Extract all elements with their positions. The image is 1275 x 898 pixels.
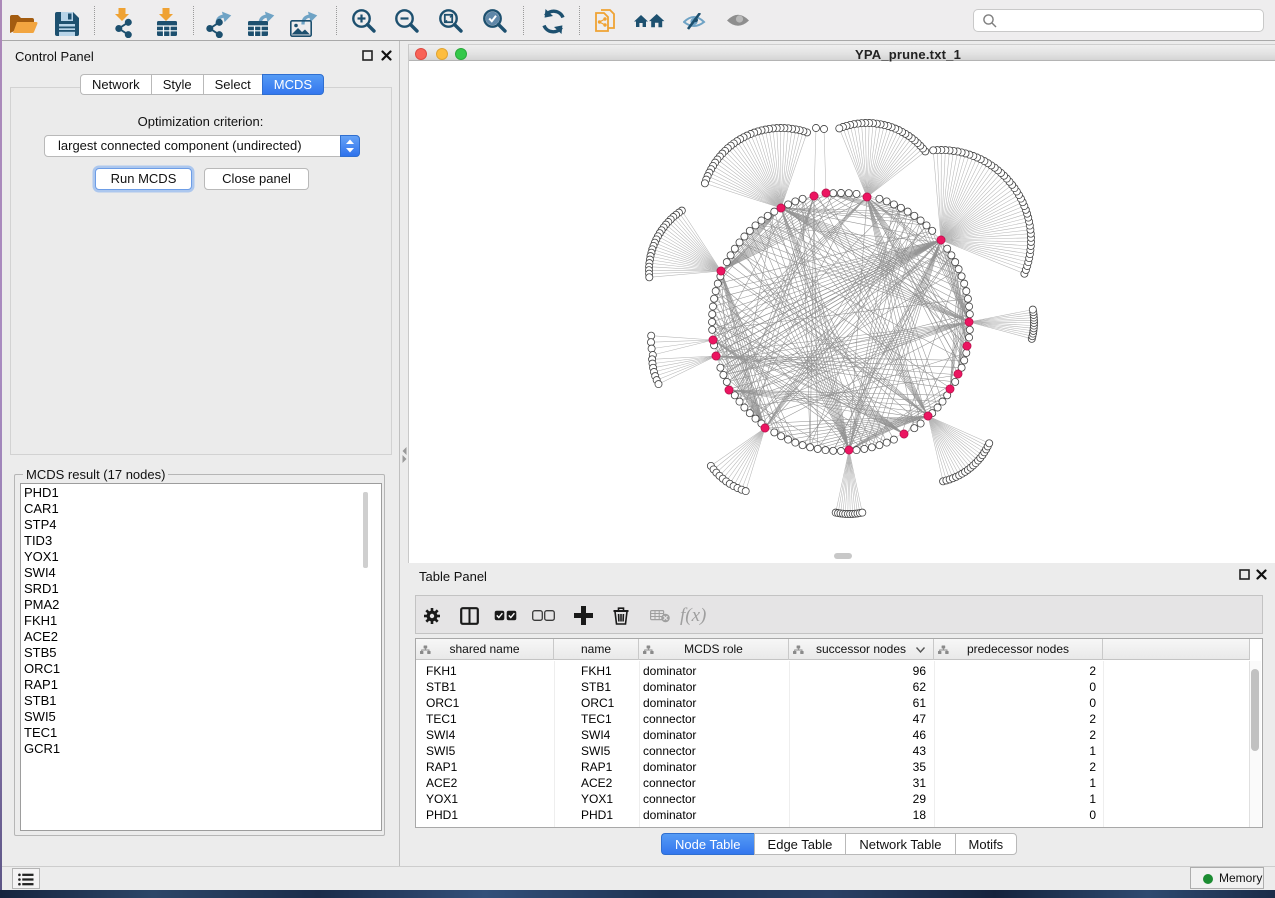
svg-text:f(x): f(x) — [680, 606, 706, 626]
